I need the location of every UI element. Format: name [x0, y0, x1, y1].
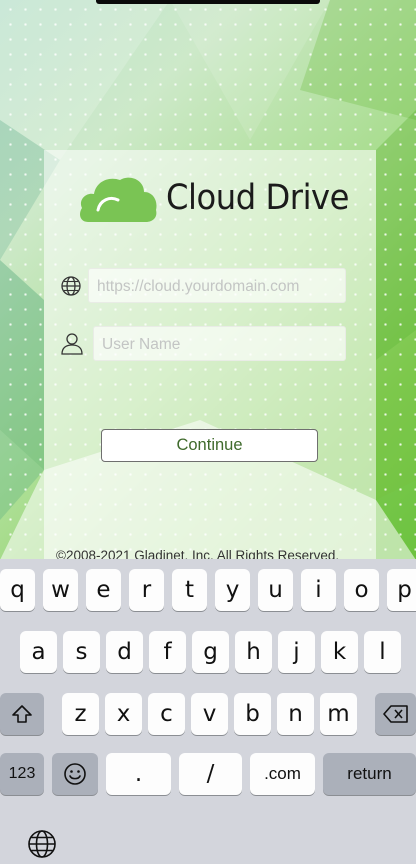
key-g[interactable]: g: [192, 631, 229, 673]
key-y[interactable]: y: [215, 569, 250, 611]
delete-key[interactable]: [375, 693, 416, 735]
key-x[interactable]: x: [105, 693, 142, 735]
emoji-icon: [64, 763, 86, 785]
key-o[interactable]: o: [344, 569, 379, 611]
key-f[interactable]: f: [149, 631, 186, 673]
shift-icon: [12, 705, 32, 723]
key-i[interactable]: i: [301, 569, 336, 611]
key-l[interactable]: l: [364, 631, 401, 673]
onscreen-keyboard: qwertyuiop asdfghjkl zxcvbnm 123 . / .co…: [0, 559, 416, 864]
key-h[interactable]: h: [235, 631, 272, 673]
key-u[interactable]: u: [258, 569, 293, 611]
key-a[interactable]: a: [20, 631, 57, 673]
key-e[interactable]: e: [86, 569, 121, 611]
key-b[interactable]: b: [234, 693, 271, 735]
key-v[interactable]: v: [191, 693, 228, 735]
key-q[interactable]: q: [0, 569, 35, 611]
key-c[interactable]: c: [148, 693, 185, 735]
key-d[interactable]: d: [106, 631, 143, 673]
dotcom-key[interactable]: .com: [250, 753, 315, 795]
person-icon: [61, 333, 83, 355]
backspace-icon: [382, 705, 408, 723]
emoji-key[interactable]: [52, 753, 98, 795]
key-z[interactable]: z: [62, 693, 99, 735]
username-field[interactable]: User Name: [93, 326, 346, 361]
server-url-field[interactable]: https://cloud.yourdomain.com: [88, 268, 346, 303]
continue-button[interactable]: Continue: [101, 429, 318, 462]
dot-key[interactable]: .: [106, 753, 171, 795]
key-j[interactable]: j: [278, 631, 315, 673]
keyboard-globe-icon[interactable]: [26, 828, 58, 860]
key-k[interactable]: k: [321, 631, 358, 673]
key-t[interactable]: t: [172, 569, 207, 611]
shift-key[interactable]: [0, 693, 44, 735]
return-key[interactable]: return: [323, 753, 416, 795]
key-m[interactable]: m: [320, 693, 357, 735]
key-s[interactable]: s: [63, 631, 100, 673]
key-w[interactable]: w: [43, 569, 78, 611]
device-notch: [96, 0, 320, 4]
globe-icon: [61, 276, 81, 296]
app-title: Cloud Drive: [166, 178, 350, 218]
key-r[interactable]: r: [129, 569, 164, 611]
slash-key[interactable]: /: [179, 753, 242, 795]
cloud-logo-icon: [80, 177, 157, 222]
numbers-key[interactable]: 123: [0, 753, 44, 795]
key-n[interactable]: n: [277, 693, 314, 735]
key-p[interactable]: p: [387, 569, 416, 611]
